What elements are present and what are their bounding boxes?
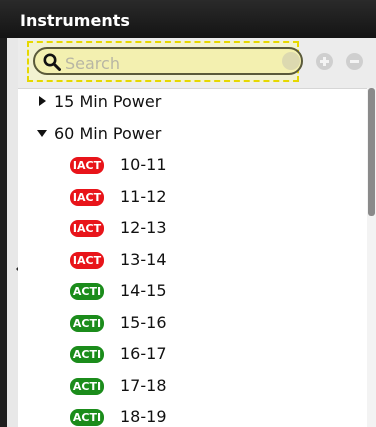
minus-icon	[350, 60, 359, 63]
tree-group-label: 15 Min Power	[54, 92, 162, 111]
scrollbar[interactable]	[367, 88, 376, 427]
search-input[interactable]	[63, 51, 267, 75]
tree-item-label: 18-19	[120, 407, 167, 426]
tree-item-label: 17-18	[120, 375, 167, 395]
status-badge: ACTI	[70, 409, 104, 426]
tree-item-label: 10-11	[120, 155, 167, 174]
remove-button[interactable]	[346, 53, 363, 70]
tree-item[interactable]: IACT 11-12	[18, 185, 358, 209]
collapsed-arrow-icon[interactable]	[37, 96, 47, 106]
expanded-arrow-icon[interactable]	[37, 128, 47, 138]
tree-item[interactable]: ACTI 15-16	[18, 311, 358, 335]
tree-item[interactable]: ACTI 14-15	[18, 279, 358, 303]
add-button[interactable]	[316, 53, 333, 70]
tree-group-15min[interactable]: 15 Min Power	[18, 90, 358, 114]
status-badge: IACT	[70, 157, 104, 174]
tree-item[interactable]: IACT 12-13	[18, 216, 358, 240]
status-badge: ACTI	[70, 314, 104, 332]
status-badge: IACT	[70, 251, 104, 269]
status-badge: IACT	[70, 220, 104, 237]
search-icon	[43, 53, 61, 71]
tree-item[interactable]: ACTI 18-19	[18, 405, 358, 427]
tree-item-label: 12-13	[120, 218, 167, 237]
clear-search-icon[interactable]	[282, 52, 300, 70]
status-badge: ACTI	[70, 377, 104, 395]
search-field[interactable]	[33, 47, 303, 75]
tree-item-label: 15-16	[120, 312, 167, 332]
tree-group-60min[interactable]: 60 Min Power	[18, 122, 358, 146]
left-edge	[0, 0, 7, 427]
plus-icon-v	[323, 57, 326, 66]
toolbar	[18, 38, 376, 89]
status-badge: IACT	[70, 188, 104, 206]
panel-title: Instruments	[20, 11, 130, 30]
tree-item-label: 16-17	[120, 344, 167, 363]
tree-item[interactable]: ACTI 17-18	[18, 374, 358, 398]
tree-item-label: 14-15	[120, 281, 167, 300]
scrollbar-thumb[interactable]	[368, 88, 375, 216]
tree-item-label: 11-12	[120, 186, 167, 206]
panel-header: Instruments	[0, 0, 376, 38]
status-badge: ACTI	[70, 283, 104, 300]
instrument-tree: 15 Min Power 60 Min Power IACT 10-11 IACT 1…	[18, 88, 363, 427]
tree-item[interactable]: ACTI 16-17	[18, 342, 358, 366]
tree-item[interactable]: IACT 13-14	[18, 248, 358, 272]
tree-item[interactable]: IACT 10-11	[18, 153, 358, 177]
instruments-panel: Instruments 15 Min Power	[0, 0, 376, 427]
tree-group-label: 60 Min Power	[54, 124, 162, 143]
tree-item-label: 13-14	[120, 249, 167, 269]
status-badge: ACTI	[70, 346, 104, 363]
